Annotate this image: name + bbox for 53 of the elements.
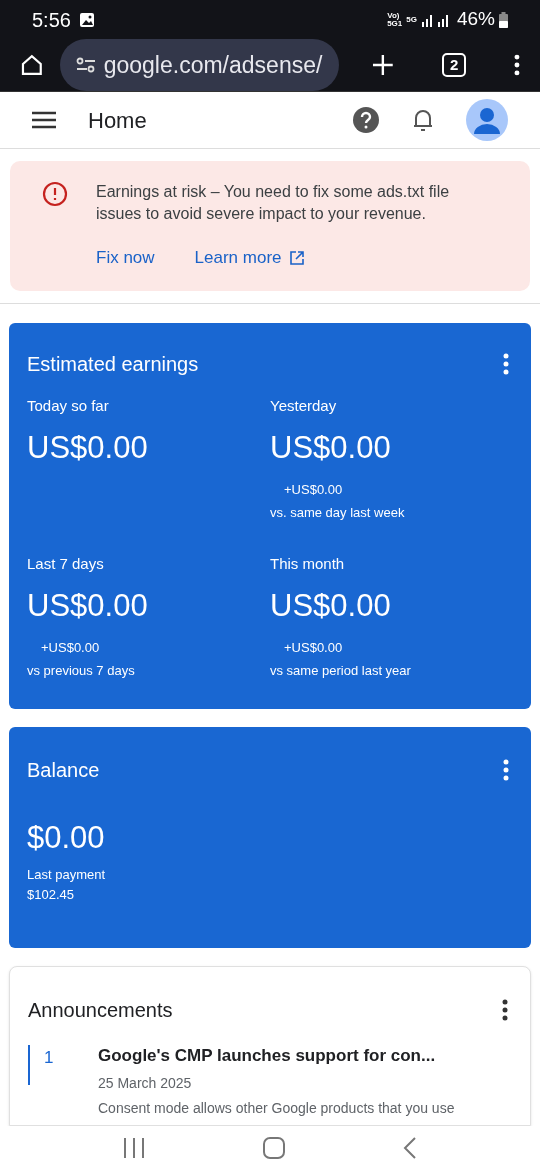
announcement-summary: Consent mode allows other Google products that you use [98, 1098, 455, 1118]
alert-message: Earnings at risk – You need to fix some ads.txt file issues to avoid severe impact to your revenue. [96, 182, 451, 225]
metric-label: This month [270, 553, 346, 574]
last-payment-amount: $102.45 [27, 885, 75, 904]
alert-link[interactable]: Learn more [194, 245, 304, 271]
announcement-title[interactable]: Google's CMP launches support for con... [98, 1043, 455, 1069]
avatar-icon[interactable] [466, 99, 508, 141]
address-bar[interactable]: google.com/adsense/ [59, 39, 339, 91]
card-title: Announcements [28, 998, 173, 1024]
metric-change: +US$0.00 [284, 480, 344, 499]
url-text: google.com/adsense/ [103, 50, 323, 80]
signal-icon [436, 12, 449, 27]
home-icon[interactable] [20, 53, 44, 77]
metric-comparison: vs previous 7 days [27, 662, 136, 681]
network-indicator: 5G [406, 15, 417, 24]
battery-percent: 46% [456, 7, 495, 32]
card-title: Estimated earnings [27, 351, 199, 377]
metric-label: Yesterday [270, 395, 338, 416]
site-settings-icon[interactable] [75, 57, 96, 73]
help-icon[interactable] [352, 106, 380, 134]
recent-apps-icon[interactable] [123, 1138, 145, 1158]
metric-change: +US$0.00 [284, 638, 344, 657]
metric-label: Today so far [27, 395, 110, 416]
battery-icon [499, 11, 508, 28]
menu-icon[interactable] [32, 111, 56, 129]
metric-value: US$0.00 [27, 587, 149, 626]
signal-icon [420, 12, 433, 27]
announcement-number: 1 [44, 1048, 54, 1068]
tab-count[interactable]: 2 [442, 53, 467, 77]
alert-link[interactable]: Fix now [96, 245, 155, 271]
metric-value: US$0.00 [270, 587, 392, 626]
home-button-icon[interactable] [263, 1137, 285, 1159]
network-indicator: Vo) 5G1 [387, 11, 403, 28]
clock: 5:56 [32, 7, 71, 33]
external-link-icon [289, 250, 304, 265]
last-payment-label: Last payment [27, 866, 107, 885]
balance-value: $0.00 [27, 818, 106, 857]
more-icon[interactable] [514, 54, 520, 76]
page-title: Home [88, 106, 148, 135]
notification-icon[interactable] [412, 107, 434, 133]
metric-change: +US$0.00 [41, 638, 101, 657]
announcement-date: 25 March 2025 [98, 1073, 193, 1093]
card-title: Balance [27, 757, 100, 783]
metric-label: Last 7 days [27, 553, 105, 574]
error-icon [42, 181, 68, 208]
new-tab-icon[interactable] [370, 53, 395, 77]
more-icon[interactable] [502, 999, 508, 1022]
image-icon [78, 11, 95, 28]
back-icon[interactable] [403, 1137, 417, 1159]
metric-value: US$0.00 [270, 429, 392, 468]
metric-comparison: vs. same day last week [270, 504, 406, 523]
metric-value: US$0.00 [27, 429, 149, 468]
metric-comparison: vs same period last year [270, 662, 412, 681]
